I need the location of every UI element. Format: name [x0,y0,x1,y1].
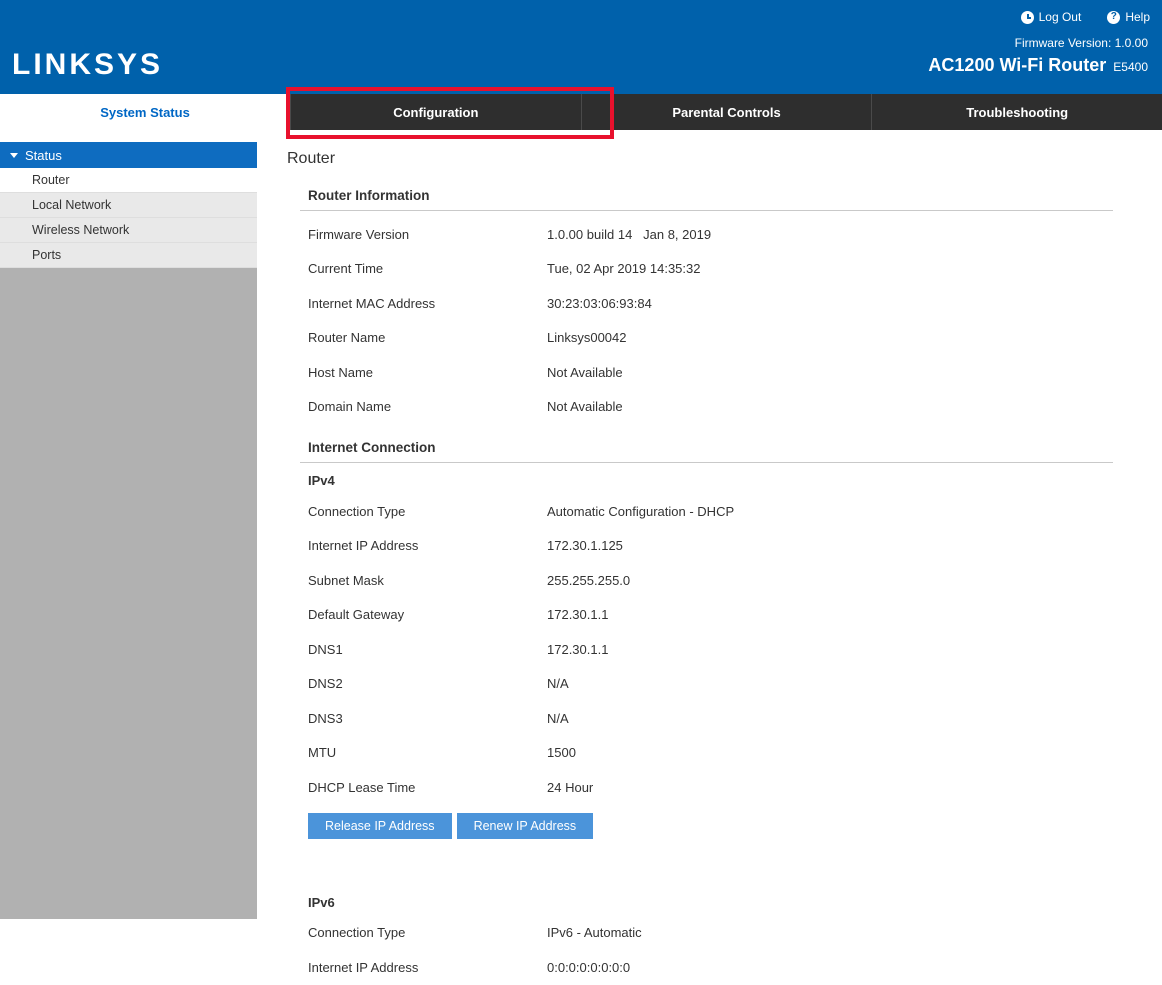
info-row: Internet IP Address 172.30.1.125 [287,529,1162,564]
info-row: DNS3 N/A [287,701,1162,736]
sidebar-group-label: Status [25,148,62,163]
info-row: Domain Name Not Available [287,390,1162,425]
release-ip-button[interactable]: Release IP Address [308,813,452,839]
row-value: 172.30.1.1 [547,607,608,622]
row-label: DNS1 [308,642,547,657]
utility-nav: Log Out ? Help [1021,10,1150,24]
sidebar-item-ports[interactable]: Ports [0,243,257,268]
app-header: LINKSYS Log Out ? Help Firmware Version:… [0,0,1162,94]
row-value: 172.30.1.1 [547,642,608,657]
ipv6-rows: Connection Type IPv6 - Automatic Interne… [287,910,1162,985]
row-label: Connection Type [308,504,547,519]
info-row: DNS2 N/A [287,667,1162,702]
firmware-version: Firmware Version: 1.0.00 [1015,36,1148,50]
sidebar-item-router[interactable]: Router [0,168,257,193]
product-model: E5400 [1113,60,1148,74]
info-row: Internet IP Address 0:0:0:0:0:0:0:0 [287,950,1162,985]
row-value: N/A [547,676,569,691]
logout-label: Log Out [1039,10,1082,24]
sidebar-item-wireless-network[interactable]: Wireless Network [0,218,257,243]
main-content: Router Router Information Firmware Versi… [287,142,1162,985]
linksys-logo: LINKSYS [12,48,163,82]
info-row: Connection Type Automatic Configuration … [287,494,1162,529]
help-label: Help [1125,10,1150,24]
chevron-down-icon [10,153,18,158]
sidebar-item-list: Router Local Network Wireless Network Po… [0,168,257,268]
row-label: Connection Type [308,925,547,940]
help-icon: ? [1107,11,1120,24]
info-row: DHCP Lease Time 24 Hour [287,770,1162,805]
section-internet-connection: Internet Connection IPv4 Connection Type… [287,440,1162,985]
divider [300,462,1113,463]
info-row: Connection Type IPv6 - Automatic [287,916,1162,951]
row-label: Internet IP Address [308,538,547,553]
row-label: Default Gateway [308,607,547,622]
row-label: Internet MAC Address [308,296,547,311]
row-value: Automatic Configuration - DHCP [547,504,734,519]
row-label: Router Name [308,330,547,345]
row-value: 255.255.255.0 [547,573,630,588]
ipv4-heading: IPv4 [287,473,1162,488]
help-button[interactable]: ? Help [1107,10,1150,24]
tab-parental-controls[interactable]: Parental Controls [581,94,872,130]
sidebar-filler [0,268,257,919]
info-row: Current Time Tue, 02 Apr 2019 14:35:32 [287,252,1162,287]
product-title: AC1200 Wi-Fi Router [928,55,1106,76]
row-label: DHCP Lease Time [308,780,547,795]
sidebar-item-local-network[interactable]: Local Network [0,193,257,218]
info-row: Router Name Linksys00042 [287,321,1162,356]
row-label: Firmware Version [308,227,547,242]
row-label: Domain Name [308,399,547,414]
row-value: IPv6 - Automatic [547,925,642,940]
logout-button[interactable]: Log Out [1021,10,1082,24]
info-row: Subnet Mask 255.255.255.0 [287,563,1162,598]
info-row: Default Gateway 172.30.1.1 [287,598,1162,633]
info-row: Internet MAC Address 30:23:03:06:93:84 [287,286,1162,321]
tab-system-status[interactable]: System Status [0,94,290,130]
row-label: DNS3 [308,711,547,726]
internet-connection-heading: Internet Connection [287,440,1162,455]
row-label: Subnet Mask [308,573,547,588]
row-value: 172.30.1.125 [547,538,623,553]
row-label: MTU [308,745,547,760]
section-router-information: Router Information Firmware Version 1.0.… [287,188,1162,424]
row-value: 24 Hour [547,780,593,795]
router-information-rows: Firmware Version 1.0.00 build 14 Jan 8, … [287,211,1162,424]
row-value: 30:23:03:06:93:84 [547,296,652,311]
router-information-heading: Router Information [287,188,1162,203]
row-label: DNS2 [308,676,547,691]
main-nav: System Status Configuration Parental Con… [0,94,1162,130]
tab-configuration[interactable]: Configuration [290,94,581,130]
row-label: Current Time [308,261,547,276]
info-row: Host Name Not Available [287,355,1162,390]
ipv4-rows: Connection Type Automatic Configuration … [287,488,1162,805]
info-row: Firmware Version 1.0.00 build 14 Jan 8, … [287,217,1162,252]
tab-troubleshooting[interactable]: Troubleshooting [871,94,1162,130]
product-line: AC1200 Wi-Fi Router E5400 [928,55,1148,76]
row-value: N/A [547,711,569,726]
row-value: Tue, 02 Apr 2019 14:35:32 [547,261,700,276]
row-label: Host Name [308,365,547,380]
row-value: Not Available [547,399,623,414]
row-value: 1500 [547,745,576,760]
info-row: DNS1 172.30.1.1 [287,632,1162,667]
ipv4-actions: Release IP Address Renew IP Address [287,813,1162,839]
row-value: 1.0.00 build 14 Jan 8, 2019 [547,227,711,242]
ipv6-heading: IPv6 [287,895,1162,910]
renew-ip-button[interactable]: Renew IP Address [457,813,594,839]
sidebar: Status Router Local Network Wireless Net… [0,142,257,919]
page-title: Router [287,150,1162,168]
row-value: Not Available [547,365,623,380]
row-value: Linksys00042 [547,330,627,345]
info-row: MTU 1500 [287,736,1162,771]
sidebar-group-status[interactable]: Status [0,142,257,168]
logout-icon [1021,11,1034,24]
